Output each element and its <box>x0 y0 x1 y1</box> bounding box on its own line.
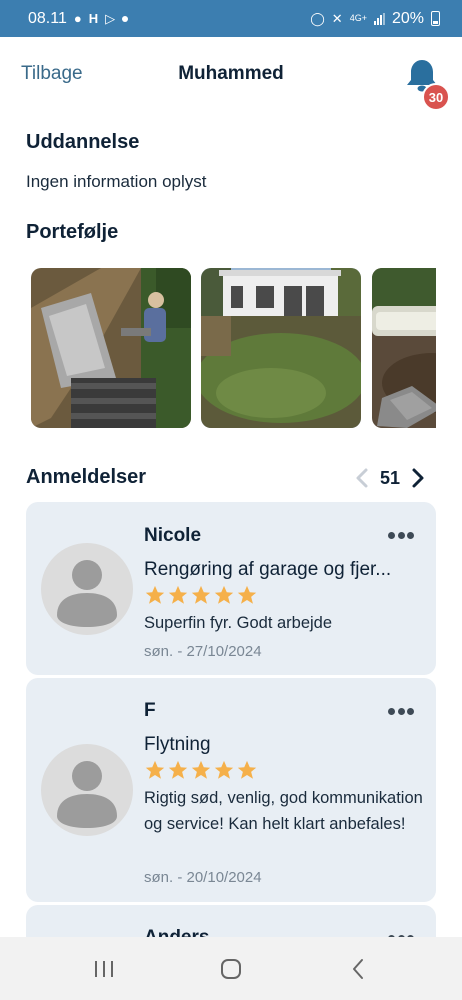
review-task: Flytning <box>144 734 211 755</box>
back-nav-button[interactable] <box>338 949 378 989</box>
more-options-icon[interactable] <box>388 530 414 540</box>
recent-apps-icon <box>94 960 113 977</box>
reviews-pager: 51 <box>354 465 426 491</box>
reviews-count: 51 <box>380 467 401 488</box>
portfolio-photo[interactable] <box>31 268 191 428</box>
portfolio-photo[interactable] <box>372 268 436 428</box>
reviewer-name: F <box>144 700 156 721</box>
dot-icon <box>122 15 129 22</box>
education-title: Uddannelse <box>26 131 140 153</box>
avatar <box>41 543 133 635</box>
review-date: søn. - 27/10/2024 <box>144 643 262 660</box>
star-icon <box>214 760 234 779</box>
review-date: søn. - 20/10/2024 <box>144 869 262 886</box>
review-text: Rigtig sød, venlig, god kommunikation og… <box>144 789 423 833</box>
star-icon <box>168 760 188 779</box>
review-task: Rengøring af garage og fjer... <box>144 559 392 580</box>
notification-badge: 30 <box>422 83 450 111</box>
star-icon <box>237 585 257 604</box>
back-arrow-icon <box>353 958 364 979</box>
status-time: 08.11 <box>28 9 67 27</box>
chevron-left-icon[interactable] <box>354 466 370 490</box>
star-icon <box>191 585 211 604</box>
app-h-icon: H <box>88 11 99 26</box>
portfolio-carousel[interactable] <box>31 268 436 428</box>
portfolio-photo[interactable] <box>201 268 361 428</box>
star-icon <box>191 760 211 779</box>
star-rating <box>144 759 258 781</box>
recent-apps-button[interactable] <box>84 949 124 989</box>
star-icon <box>214 585 234 604</box>
chevron-right-icon[interactable] <box>410 466 426 490</box>
star-icon <box>145 760 165 779</box>
star-icon <box>237 760 257 779</box>
battery-percent: 20% <box>391 9 424 27</box>
back-button[interactable]: Tilbage <box>21 63 83 85</box>
home-icon <box>220 958 241 979</box>
star-rating <box>144 584 258 606</box>
play-icon: ▷ <box>105 11 116 26</box>
app-header: Tilbage Muhammed 30 <box>0 37 462 115</box>
reviews-title: Anmeldelser <box>26 466 147 488</box>
network-icon: 4G+ <box>349 13 367 23</box>
star-icon <box>145 585 165 604</box>
avatar <box>41 744 133 836</box>
portfolio-title: Portefølje <box>26 221 119 243</box>
chat-icon: ● <box>73 11 82 26</box>
education-text: Ingen information oplyst <box>26 172 207 191</box>
mute-icon: ✕ <box>331 11 343 26</box>
review-card: Nicole Rengøring af garage og fjer... Su… <box>26 502 436 675</box>
signal-icon <box>373 12 385 25</box>
alarm-icon: ◯ <box>310 11 325 26</box>
reviewer-name: Nicole <box>144 525 202 546</box>
review-card: F Flytning Rigtig sød, venlig, god kommu… <box>26 678 436 902</box>
star-icon <box>168 585 188 604</box>
system-nav-bar <box>0 937 462 1000</box>
battery-icon <box>431 11 440 26</box>
review-text: Superfin fyr. Godt arbejde <box>144 614 333 632</box>
home-button[interactable] <box>211 949 251 989</box>
status-bar: 08.11 ● H ▷ ◯ ✕ 4G+ 20% <box>0 0 462 37</box>
more-options-icon[interactable] <box>388 706 414 716</box>
